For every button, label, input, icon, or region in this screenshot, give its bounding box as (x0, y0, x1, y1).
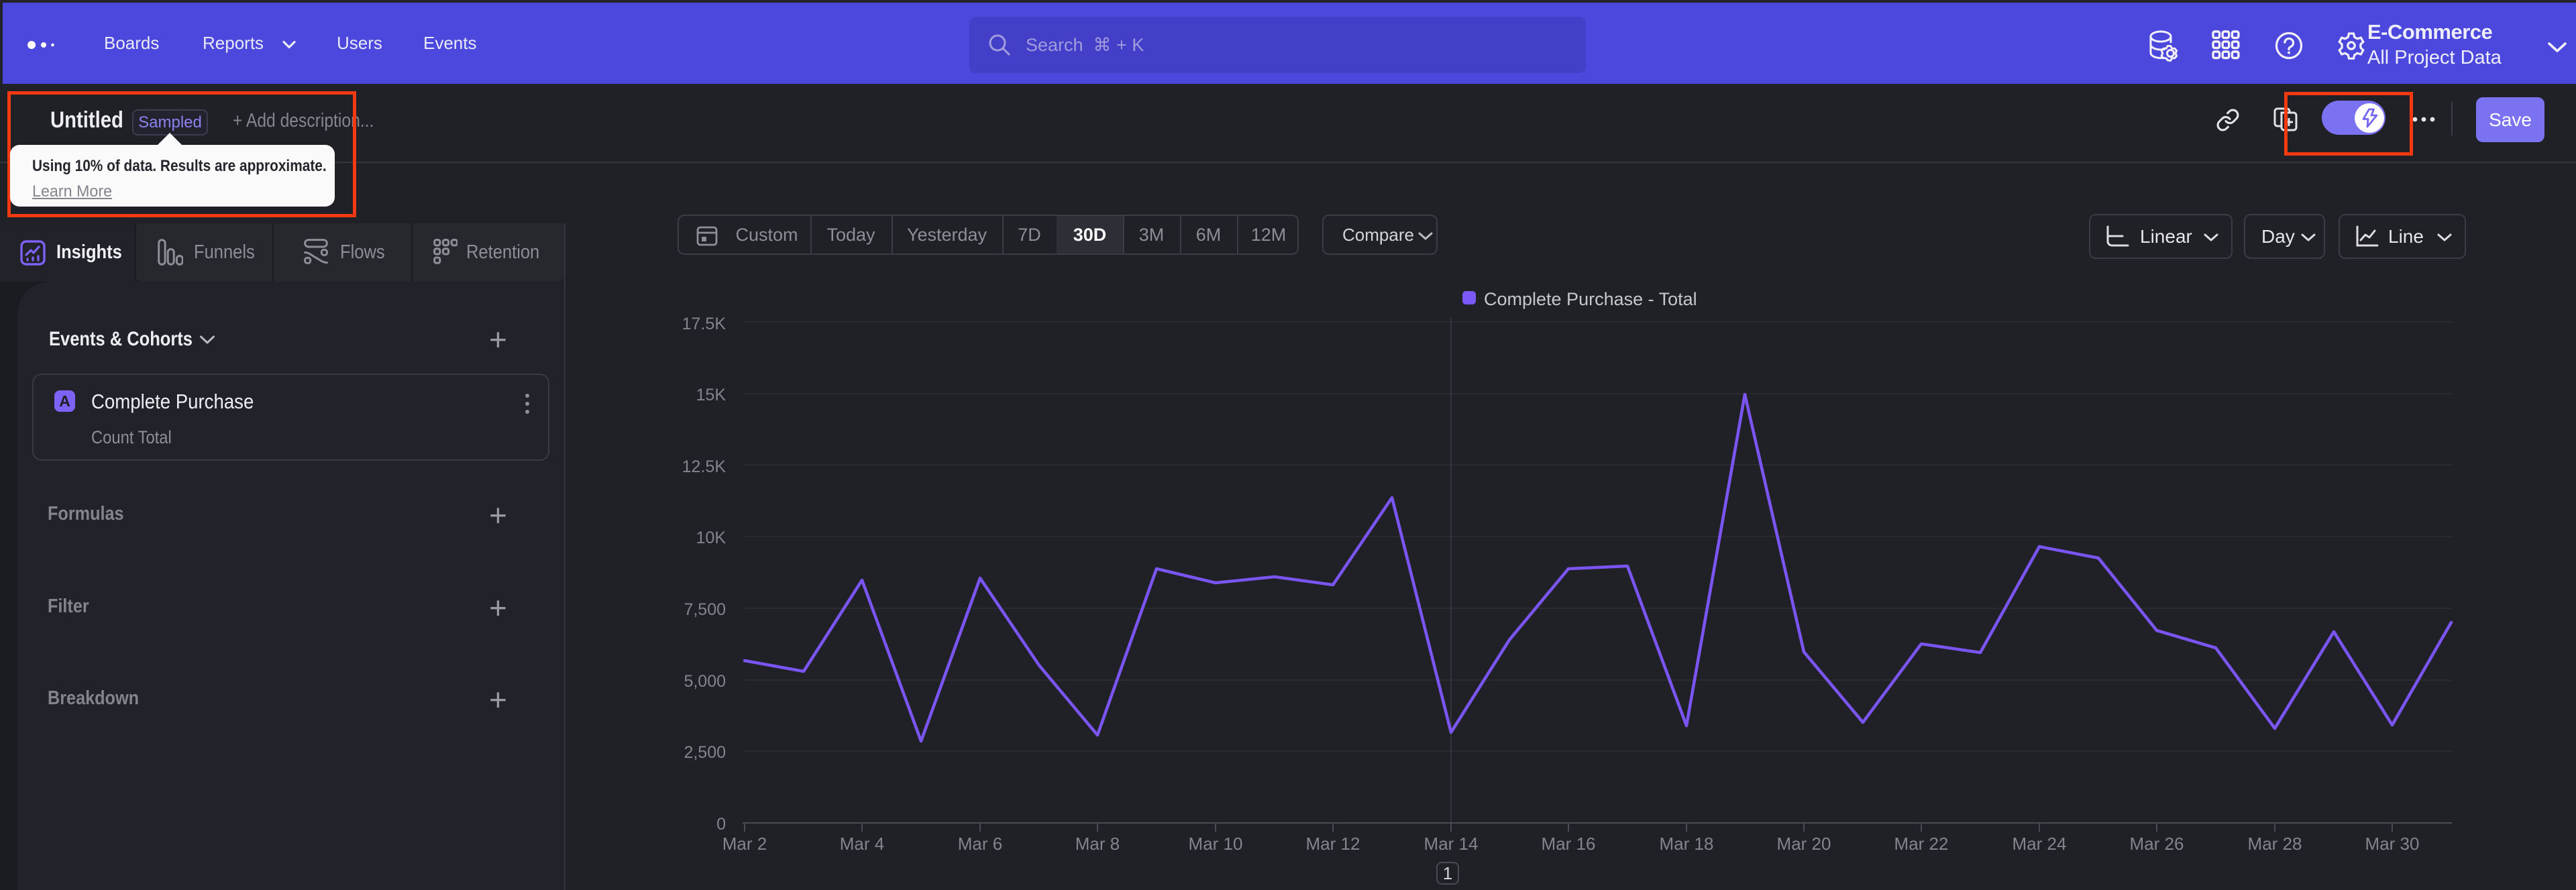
svg-text:15K: 15K (696, 386, 727, 404)
svg-text:Mar 22: Mar 22 (1894, 834, 1949, 854)
svg-text:Mar 30: Mar 30 (2365, 834, 2420, 854)
svg-text:Mar 18: Mar 18 (1660, 834, 1714, 854)
svg-text:12.5K: 12.5K (682, 457, 727, 476)
svg-text:Mar 28: Mar 28 (2248, 834, 2302, 854)
svg-text:Mar 8: Mar 8 (1075, 834, 1120, 854)
svg-text:2,500: 2,500 (684, 743, 726, 762)
svg-text:Mar 24: Mar 24 (2012, 834, 2067, 854)
svg-text:Mar 10: Mar 10 (1189, 834, 1243, 854)
svg-text:10K: 10K (696, 529, 727, 547)
svg-text:Mar 20: Mar 20 (1777, 834, 1831, 854)
svg-text:Mar 16: Mar 16 (1542, 834, 1596, 854)
svg-text:Mar 12: Mar 12 (1306, 834, 1360, 854)
svg-text:Mar 14: Mar 14 (1424, 834, 1479, 854)
svg-text:0: 0 (716, 815, 726, 834)
svg-text:Mar 26: Mar 26 (2130, 834, 2184, 854)
svg-text:Mar 2: Mar 2 (722, 834, 767, 854)
svg-text:5,000: 5,000 (684, 672, 726, 691)
svg-text:17.5K: 17.5K (682, 315, 727, 333)
svg-text:Mar 4: Mar 4 (840, 834, 884, 854)
svg-text:7,500: 7,500 (684, 600, 726, 619)
svg-text:Mar 6: Mar 6 (958, 834, 1002, 854)
